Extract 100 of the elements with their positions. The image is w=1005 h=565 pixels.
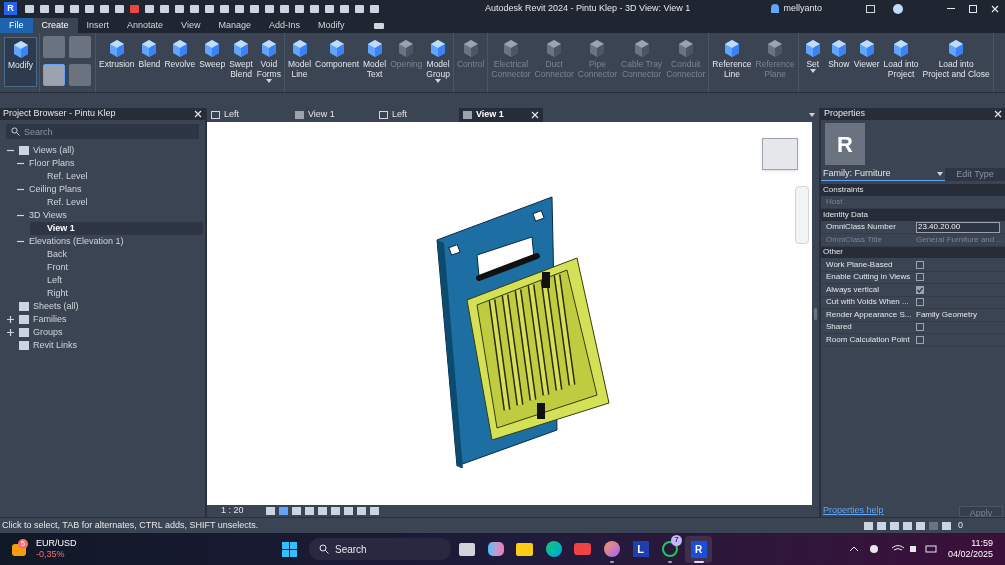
property-label: Render Appearance S... — [825, 308, 913, 321]
tree-item[interactable]: Right — [30, 287, 203, 300]
edit-type-button[interactable]: Edit Type — [945, 168, 1005, 181]
ribbon-tool[interactable]: Show — [826, 37, 851, 69]
section-header[interactable]: Constraints — [821, 184, 1005, 197]
tree-item[interactable]: Revit Links — [2, 339, 203, 352]
clock-time[interactable]: 11:59 — [971, 538, 993, 549]
ribbon-tab[interactable]: File — [0, 18, 33, 33]
search-icon — [319, 544, 329, 554]
ribbon-tool[interactable]: Model Text — [362, 37, 388, 79]
search-field[interactable]: Search — [6, 124, 199, 139]
search-icon — [11, 127, 20, 136]
caret-icon — [809, 69, 816, 73]
property-label: Always vertical — [825, 283, 880, 296]
document-tab[interactable]: Left — [375, 108, 459, 122]
scrollbar-thumb[interactable] — [814, 307, 817, 320]
ribbon-tool[interactable]: Model Group — [425, 37, 451, 83]
ribbon-tool[interactable]: Blend — [137, 37, 162, 69]
tree-item[interactable]: Left — [30, 274, 203, 287]
ribbon-tab[interactable]: Modify — [309, 18, 354, 33]
tree-item[interactable]: Ref. Level — [30, 170, 203, 183]
ribbon-tool[interactable]: Revolve — [163, 37, 197, 69]
close-icon[interactable] — [994, 110, 1002, 118]
ribbon-tab[interactable]: Manage — [209, 18, 260, 33]
windows-logo[interactable] — [282, 541, 297, 557]
tree-item[interactable]: Ceiling Plans — [12, 183, 203, 196]
taskbar-app[interactable]: 7 — [656, 535, 683, 563]
type-selector[interactable]: Family: Furniture — [821, 168, 945, 181]
panel-title: Properties — [824, 107, 866, 121]
tree-item[interactable]: Sheets (all) — [2, 300, 203, 313]
tree-item[interactable]: Families — [2, 313, 203, 326]
expand-icon[interactable] — [7, 316, 14, 323]
close-icon[interactable] — [194, 110, 202, 118]
ribbon-tab[interactable]: Insert — [77, 18, 119, 33]
section-header[interactable]: Identity Data — [821, 209, 1005, 222]
taskbar-app[interactable]: R — [685, 535, 712, 563]
scale-label[interactable]: 1 : 20 — [221, 504, 244, 518]
tree-item[interactable]: Elevations (Elevation 1) — [12, 235, 203, 248]
ribbon-tab[interactable]: Add-Ins — [259, 18, 309, 33]
checkbox[interactable] — [916, 285, 924, 294]
restore-icon[interactable] — [969, 4, 977, 13]
property-label: Shared — [825, 321, 853, 334]
tree-item[interactable]: Front — [30, 261, 203, 274]
tree-item[interactable]: Views (all) — [2, 144, 203, 157]
taskbar-search[interactable]: Search — [309, 538, 451, 560]
panel-icon[interactable] — [43, 64, 66, 86]
clock-date[interactable]: 04/02/2025 — [947, 549, 993, 560]
ribbon-tool[interactable]: Viewer — [852, 37, 881, 69]
taskbar-app[interactable]: L — [627, 535, 654, 563]
running-indicator — [693, 560, 704, 563]
tree-item[interactable]: View 1 — [30, 222, 203, 235]
ribbon-tool[interactable]: Extrusion — [98, 37, 136, 69]
letter-icon: R — [690, 540, 707, 558]
checkbox[interactable] — [916, 298, 924, 307]
ribbon-tab[interactable]: View — [172, 18, 210, 33]
user-name[interactable]: mellyanto — [783, 1, 822, 16]
collapse-icon[interactable] — [17, 212, 24, 219]
running-indicator — [667, 560, 672, 563]
close-icon[interactable] — [531, 111, 539, 119]
property-label: Work Plane-Based — [825, 258, 894, 271]
tree-item[interactable]: Floor Plans — [12, 157, 203, 170]
tree-item[interactable]: Back — [30, 248, 203, 261]
checkbox[interactable] — [916, 273, 924, 282]
ribbon-tab[interactable]: Annotate — [118, 18, 173, 33]
checkbox[interactable] — [916, 335, 924, 344]
tree-item[interactable]: 3D Views — [12, 209, 203, 222]
ribbon-tool[interactable]: Sweep — [198, 37, 227, 69]
close-icon[interactable] — [991, 4, 999, 13]
widget-title[interactable]: EUR/USD — [36, 538, 77, 549]
ribbon-tab[interactable]: Create — [32, 18, 78, 33]
document-tab[interactable]: Left — [207, 108, 291, 122]
ribbon-tool[interactable]: Reference Line — [711, 37, 753, 79]
tree-item[interactable]: Groups — [2, 326, 203, 339]
tree-item[interactable]: Ref. Level — [30, 196, 203, 209]
ribbon-tool[interactable]: Set — [800, 37, 825, 73]
ribbon-tool[interactable]: Component — [314, 37, 361, 69]
ribbon-tool[interactable]: Void Forms — [255, 37, 282, 83]
property-label: Cut with Voids When ... — [825, 296, 910, 309]
collapse-icon[interactable] — [17, 238, 24, 245]
ribbon-tool[interactable]: Load into Project and Close — [921, 37, 991, 79]
ribbon-tool[interactable]: Swept Blend — [228, 37, 254, 79]
collapse-icon[interactable] — [7, 147, 14, 154]
collapse-icon[interactable] — [17, 160, 24, 167]
property-field[interactable]: 23.40.20.00 — [916, 221, 1000, 233]
checkbox[interactable] — [916, 260, 924, 269]
property-label: Room Calculation Point — [825, 333, 911, 346]
status-message: Click to select, TAB for alternates, CTRL adds, SHIFT unselects. — [2, 518, 259, 532]
expand-icon[interactable] — [7, 329, 14, 336]
document-tab[interactable]: View 1 — [291, 108, 375, 122]
document-tab[interactable]: View 1 — [459, 108, 543, 122]
filter-count: 0 — [958, 518, 963, 532]
caret-icon — [809, 113, 815, 117]
app-logo[interactable]: R — [4, 2, 17, 15]
checkbox[interactable] — [916, 323, 924, 332]
ribbon-tool[interactable]: Modify — [4, 37, 38, 87]
ribbon-tool[interactable]: Model Line — [286, 37, 313, 79]
help-link[interactable]: Properties help — [823, 504, 884, 518]
property-label: Enable Cutting in Views — [825, 271, 912, 284]
ribbon-tool[interactable]: Load into Project — [882, 37, 920, 79]
collapse-icon[interactable] — [17, 186, 24, 193]
